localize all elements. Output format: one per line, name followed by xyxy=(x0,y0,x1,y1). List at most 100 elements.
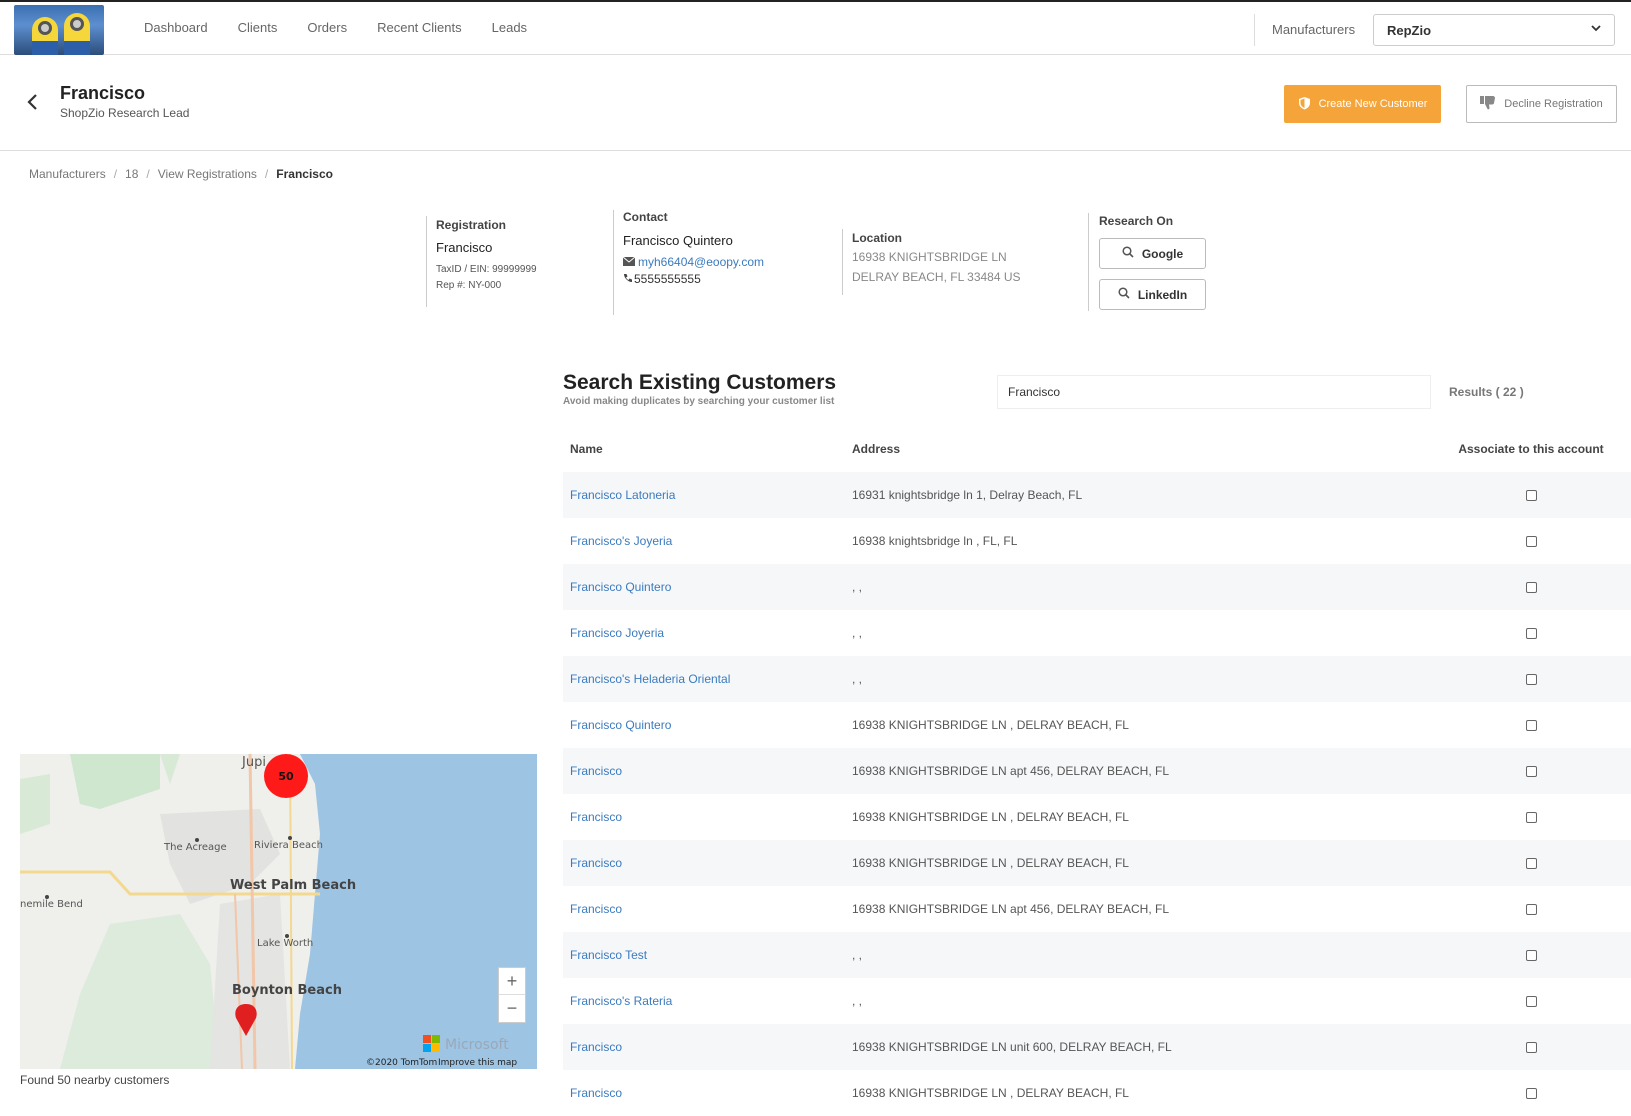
location-block: Location 16938 KNIGHTSBRIDGE LN DELRAY B… xyxy=(852,231,1021,284)
customer-name-link[interactable]: Francisco xyxy=(570,902,622,916)
associate-checkbox[interactable] xyxy=(1525,627,1537,639)
location-label: Location xyxy=(852,231,902,245)
decline-registration-button[interactable]: Decline Registration xyxy=(1466,85,1617,123)
decline-registration-label: Decline Registration xyxy=(1504,98,1603,110)
customer-address: 16938 KNIGHTSBRIDGE LN , DELRAY BEACH, F… xyxy=(852,718,1129,732)
customer-name-link[interactable]: Francisco xyxy=(570,1086,622,1100)
map-cluster-count: 50 xyxy=(278,770,294,783)
associate-checkbox[interactable] xyxy=(1525,489,1537,501)
search-section-subtitle: Avoid making duplicates by searching you… xyxy=(563,396,835,407)
table-row: Francisco's Rateria , , xyxy=(563,978,1631,1024)
search-icon xyxy=(1118,287,1130,302)
divider xyxy=(842,229,843,295)
associate-checkbox[interactable] xyxy=(1525,765,1537,777)
customer-search-input[interactable] xyxy=(997,375,1431,409)
back-arrow-icon[interactable] xyxy=(26,92,40,118)
google-research-button[interactable]: Google xyxy=(1099,238,1206,269)
breadcrumb-manufacturers[interactable]: Manufacturers xyxy=(29,167,106,181)
page-subtitle: ShopZio Research Lead xyxy=(60,106,190,120)
contact-block: Contact Francisco Quintero myh66404@eoop… xyxy=(622,210,764,286)
associate-checkbox[interactable] xyxy=(1525,903,1537,915)
associate-checkbox[interactable] xyxy=(1525,857,1537,869)
app-logo[interactable] xyxy=(14,5,104,55)
table-body: Francisco Latoneria 16931 knightsbridge l… xyxy=(563,472,1631,1116)
associate-checkbox[interactable] xyxy=(1525,581,1537,593)
nav-dashboard[interactable]: Dashboard xyxy=(144,20,208,35)
registration-block: Registration Francisco TaxID / EIN: 9999… xyxy=(436,218,537,291)
table-row: Francisco's Joyeria 16938 knightsbridge l… xyxy=(563,518,1631,564)
column-header-associate: Associate to this account xyxy=(1458,442,1604,456)
customer-name-link[interactable]: Francisco xyxy=(570,810,622,824)
map-caption: Found 50 nearby customers xyxy=(20,1073,170,1087)
contact-email-link[interactable]: myh66404@eoopy.com xyxy=(638,255,764,269)
map-improve-link[interactable]: Improve this map xyxy=(438,1058,517,1068)
customer-name-link[interactable]: Francisco's Rateria xyxy=(570,994,672,1008)
associate-checkbox[interactable] xyxy=(1525,1087,1537,1099)
page-title: Francisco xyxy=(60,83,146,103)
customer-address: , , xyxy=(852,626,863,640)
table-row: Francisco Quintero 16938 KNIGHTSBRIDGE LN… xyxy=(563,702,1631,748)
map-label-riviera: Riviera Beach xyxy=(254,840,323,851)
nearby-customers-map[interactable]: Jupi The Acreage Riviera Beach West Palm… xyxy=(20,754,537,1069)
breadcrumb-view-registrations[interactable]: View Registrations xyxy=(158,167,257,181)
nav-clients[interactable]: Clients xyxy=(238,20,278,35)
table-row: Francisco 16938 KNIGHTSBRIDGE LN apt 456,… xyxy=(563,748,1631,794)
customer-name-link[interactable]: Francisco Latoneria xyxy=(570,488,675,502)
nav-leads[interactable]: Leads xyxy=(492,20,527,35)
table-row: Francisco Joyeria , , xyxy=(563,610,1631,656)
customer-name-link[interactable]: Francisco xyxy=(570,1040,622,1054)
associate-checkbox[interactable] xyxy=(1525,673,1537,685)
table-row: Francisco 16938 KNIGHTSBRIDGE LN apt 456,… xyxy=(563,886,1631,932)
breadcrumb: Manufacturers / 18 / View Registrations … xyxy=(29,167,333,181)
contact-label: Contact xyxy=(623,210,668,224)
linkedin-research-button[interactable]: LinkedIn xyxy=(1099,279,1206,310)
customer-name-link[interactable]: Francisco Joyeria xyxy=(570,626,664,640)
nav-orders[interactable]: Orders xyxy=(307,20,347,35)
map-label-boynton-beach: Boynton Beach xyxy=(232,983,342,998)
manufacturer-select[interactable]: RepZio xyxy=(1373,14,1615,46)
divider xyxy=(1254,14,1255,46)
main-nav: Dashboard Clients Orders Recent Clients … xyxy=(144,20,527,35)
breadcrumb-current: Francisco xyxy=(276,167,333,181)
map-label-west-palm-beach: West Palm Beach xyxy=(230,878,356,893)
associate-checkbox[interactable] xyxy=(1525,1041,1537,1053)
table-row: Francisco 16938 KNIGHTSBRIDGE LN , DELRAY… xyxy=(563,840,1631,886)
table-row: Francisco 16938 KNIGHTSBRIDGE LN unit 600… xyxy=(563,1024,1631,1070)
customer-name-link[interactable]: Francisco's Joyeria xyxy=(570,534,672,548)
create-new-customer-button[interactable]: Create New Customer xyxy=(1284,85,1441,123)
linkedin-label: LinkedIn xyxy=(1137,287,1188,302)
customer-name-link[interactable]: Francisco Quintero xyxy=(570,580,671,594)
associate-checkbox[interactable] xyxy=(1525,535,1537,547)
map-label-lake-worth: Lake Worth xyxy=(257,938,313,949)
customer-address: 16931 knightsbridge ln 1, Delray Beach, … xyxy=(852,488,1083,502)
microsoft-logo-icon: Microsoft xyxy=(423,1035,509,1053)
associate-checkbox[interactable] xyxy=(1525,811,1537,823)
customer-name-link[interactable]: Francisco's Heladeria Oriental xyxy=(570,672,730,686)
customer-name-link[interactable]: Francisco xyxy=(570,856,622,870)
customer-name-link[interactable]: Francisco Test xyxy=(570,948,647,962)
zoom-in-icon[interactable]: + xyxy=(499,968,525,995)
contact-phone: 5555555555 xyxy=(634,272,701,286)
zoom-out-icon[interactable]: − xyxy=(499,995,525,1022)
research-block: Research On Google LinkedIn xyxy=(1099,214,1206,310)
map-attribution: ©2020 TomTom xyxy=(366,1058,437,1068)
manufacturer-select-value: RepZio xyxy=(1387,23,1432,38)
breadcrumb-id[interactable]: 18 xyxy=(125,167,138,181)
map-brand: Microsoft xyxy=(445,1037,509,1053)
contact-name: Francisco Quintero xyxy=(623,233,733,248)
associate-checkbox[interactable] xyxy=(1525,719,1537,731)
customer-name-link[interactable]: Francisco Quintero xyxy=(570,718,671,732)
breadcrumb-separator: / xyxy=(113,167,118,181)
chevron-down-icon xyxy=(1590,22,1602,37)
associate-checkbox[interactable] xyxy=(1525,949,1537,961)
breadcrumb-separator: / xyxy=(264,167,269,181)
customer-address: 16938 KNIGHTSBRIDGE LN apt 456, DELRAY B… xyxy=(852,902,1170,916)
breadcrumb-separator: / xyxy=(146,167,150,181)
thumbs-down-icon xyxy=(1480,95,1496,113)
customer-address: 16938 knightsbridge ln , FL, FL xyxy=(852,534,1018,548)
manufacturers-label: Manufacturers xyxy=(1272,22,1356,37)
associate-checkbox[interactable] xyxy=(1525,995,1537,1007)
nav-recent-clients[interactable]: Recent Clients xyxy=(377,20,462,35)
customer-name-link[interactable]: Francisco xyxy=(570,764,622,778)
contact-phone-row: 5555555555 xyxy=(623,272,764,286)
